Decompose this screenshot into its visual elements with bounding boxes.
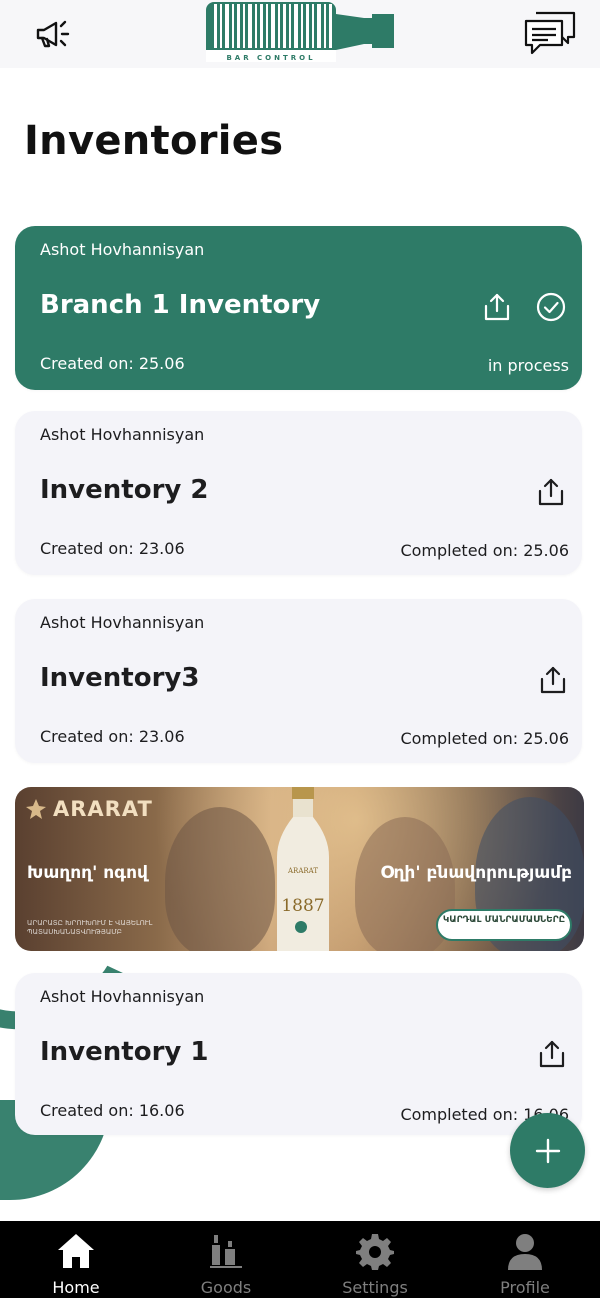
card-created-date: Created on: 23.06 bbox=[40, 727, 185, 746]
ad-fine-print: ԱՐԱՐԱՏԸ ԽՐՈՒԽՈՒՄ Է ՎԱՅԵԼՈՒԼ ՊԱՏԱՍԽԱՆԱՏՎՈ… bbox=[27, 919, 153, 936]
check-circle-icon[interactable] bbox=[534, 290, 568, 324]
card-title: Branch 1 Inventory bbox=[40, 290, 321, 320]
card-owner: Ashot Hovhannisyan bbox=[40, 425, 205, 444]
card-completed-date: Completed on: 25.06 bbox=[400, 729, 569, 748]
nav-item-profile[interactable]: Profile bbox=[470, 1221, 580, 1298]
card-title: Inventory 1 bbox=[40, 1037, 209, 1067]
ararat-brand-text: ARARAT bbox=[53, 797, 153, 821]
card-title: Inventory 2 bbox=[40, 475, 209, 505]
logo-text: BAR CONTROL bbox=[226, 54, 315, 62]
vodka-bottle: ARARAT 1887 bbox=[277, 787, 329, 951]
nav-label-home: Home bbox=[52, 1278, 100, 1297]
gear-icon bbox=[355, 1231, 395, 1271]
nav-label-settings: Settings bbox=[342, 1278, 408, 1297]
inventory-card[interactable]: Ashot Hovhannisyan Branch 1 Inventory Cr… bbox=[15, 226, 582, 390]
share-icon[interactable] bbox=[536, 663, 570, 697]
ararat-logo: ARARAT bbox=[25, 797, 153, 821]
nav-item-settings[interactable]: Settings bbox=[320, 1221, 430, 1298]
card-owner: Ashot Hovhannisyan bbox=[40, 613, 205, 632]
card-completed-date: Completed on: 25.06 bbox=[400, 541, 569, 560]
megaphone-icon[interactable] bbox=[28, 10, 76, 56]
inventory-card[interactable]: Ashot Hovhannisyan Inventory 1 Created o… bbox=[15, 973, 582, 1135]
card-created-date: Created on: 23.06 bbox=[40, 539, 185, 558]
inventory-card[interactable]: Ashot Hovhannisyan Inventory3 Created on… bbox=[15, 599, 582, 763]
bottle-label: ARARAT bbox=[287, 867, 318, 875]
ad-headline-left: Խաղող' ոգով bbox=[27, 863, 148, 883]
card-created-date: Created on: 16.06 bbox=[40, 1101, 185, 1120]
add-inventory-button[interactable] bbox=[510, 1113, 585, 1188]
card-status: in process bbox=[487, 356, 569, 375]
nav-label-profile: Profile bbox=[500, 1278, 550, 1297]
ad-banner[interactable]: ARARAT ARARAT 1887 Խաղող' ոգով Օղի' բնավ… bbox=[15, 787, 584, 951]
share-icon[interactable] bbox=[534, 475, 568, 509]
eagle-icon bbox=[26, 799, 46, 819]
page-title: Inventories bbox=[24, 118, 284, 164]
card-owner: Ashot Hovhannisyan bbox=[40, 240, 205, 259]
person-icon bbox=[505, 1231, 545, 1271]
nav-item-home[interactable]: Home bbox=[21, 1221, 131, 1298]
home-icon bbox=[56, 1231, 96, 1271]
bar-control-logo: BAR CONTROL bbox=[204, 0, 398, 66]
card-created-date: Created on: 25.06 bbox=[40, 354, 185, 373]
app-header: BAR CONTROL bbox=[0, 0, 600, 68]
share-icon[interactable] bbox=[480, 290, 514, 324]
bottle-year: 1887 bbox=[281, 896, 324, 916]
inventory-card[interactable]: Ashot Hovhannisyan Inventory 2 Created o… bbox=[15, 411, 582, 575]
card-owner: Ashot Hovhannisyan bbox=[40, 987, 205, 1006]
ad-headline-right: Օղի' բնավորությամբ bbox=[380, 863, 572, 883]
bottles-icon bbox=[206, 1231, 246, 1271]
ad-cta-button[interactable]: ԿԱՐԴԱԼ ՄԱՆՐԱՄԱՍՆԵՐԸ bbox=[436, 909, 572, 941]
chat-icon[interactable] bbox=[522, 10, 578, 56]
nav-item-goods[interactable]: Goods bbox=[171, 1221, 281, 1298]
nav-label-goods: Goods bbox=[200, 1278, 252, 1297]
share-icon[interactable] bbox=[535, 1037, 569, 1071]
card-title: Inventory3 bbox=[40, 663, 200, 693]
plus-icon bbox=[535, 1138, 560, 1163]
bottom-navigation: Home Goods Settings Profile bbox=[0, 1221, 600, 1298]
